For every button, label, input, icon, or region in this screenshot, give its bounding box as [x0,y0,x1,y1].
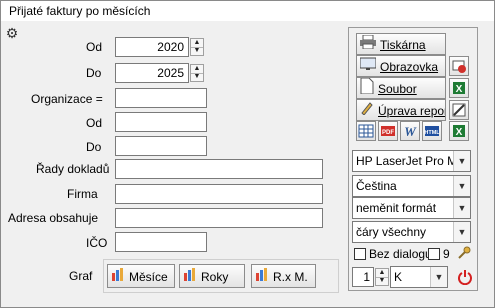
copies-spinner[interactable]: ▲ ▼ [375,268,389,286]
report-designer-icon[interactable] [449,100,469,120]
svg-text:PDF: PDF [382,130,394,136]
adresa-label: Adresa obsahuje [8,211,99,225]
tiskarna-button[interactable]: Tiskárna [356,33,446,55]
graf-mesice-button[interactable]: Měsíce [107,264,175,288]
spin-down-icon[interactable]: ▼ [191,47,203,55]
chevron-down-icon[interactable]: ▼ [453,176,470,196]
uprava-reportu-button[interactable]: Úprava repor [356,99,446,121]
graf-label: Graf [69,269,93,283]
pdf-export-icon[interactable]: PDF [378,121,398,141]
bar-chart-icon [111,266,125,287]
svg-text:W: W [404,124,417,139]
file-icon [360,78,374,98]
printer-icon [360,34,376,54]
od-label: Od [86,40,103,54]
copies-input[interactable]: 1 [352,267,374,287]
edit-report-icon [360,101,374,120]
html-export-icon[interactable]: HTML [422,121,442,141]
bez-dialogu-label: Bez dialogu [369,247,432,261]
soubor-button[interactable]: Soubor [356,77,446,99]
title-bar: Přijaté faktury po měsících [1,1,494,21]
table-export-icon[interactable] [356,121,376,141]
graf-rxm-button[interactable]: R.x M. [251,264,316,288]
organizace-label: Organizace = [31,92,103,106]
screen-settings-icon[interactable] [449,56,469,76]
language-select[interactable]: Čeština ▼ [352,175,471,197]
bar-chart-icon [255,266,269,287]
unit-select[interactable]: K ▼ [390,266,448,288]
svg-text:X: X [456,84,463,95]
chevron-down-icon[interactable]: ▼ [453,222,470,242]
excel-export-icon[interactable]: X [449,78,469,98]
org-od-label: Od [86,116,103,130]
do-year-input[interactable]: 2025 [115,63,189,83]
rady-dokladu-label: Řady dokladů [36,162,110,176]
svg-text:X: X [456,127,463,138]
copies-checkbox[interactable] [428,248,440,260]
gear-icon[interactable]: ⚙ [4,25,20,41]
od-year-spinner[interactable]: ▲ ▼ [190,38,204,56]
org-do-input[interactable] [115,136,207,156]
org-do-label: Do [86,140,102,154]
lines-select[interactable]: čáry všechny ▼ [352,221,471,243]
report-window: Přijaté faktury po měsících ⚙ Od 2020 ▲ ▼… [0,0,495,308]
organizace-input[interactable] [115,88,207,108]
bar-chart-icon [183,266,197,287]
firma-input[interactable] [115,184,323,204]
window-title: Přijaté faktury po měsících [9,4,151,18]
copies-count-label: 9 [443,247,450,261]
adresa-input[interactable] [115,208,323,228]
spin-down-icon[interactable]: ▼ [191,73,203,81]
excel-export-icon-2[interactable]: X [449,121,469,141]
svg-text:HTML: HTML [424,130,440,136]
do-label: Do [86,66,102,80]
chevron-down-icon[interactable]: ▼ [453,151,470,171]
chevron-down-icon[interactable]: ▼ [430,267,447,287]
printer-select[interactable]: HP LaserJet Pro MFP ▼ [352,150,471,172]
od-year-input[interactable]: 2020 [115,37,189,57]
bez-dialogu-checkbox[interactable] [354,248,366,260]
monitor-icon [359,57,377,76]
do-year-spinner[interactable]: ▲ ▼ [190,64,204,82]
word-export-icon[interactable]: W [400,121,420,141]
org-od-input[interactable] [115,112,207,132]
firma-label: Firma [67,187,98,201]
ico-input[interactable] [115,232,207,252]
power-icon[interactable] [457,269,473,286]
ico-label: IČO [86,236,108,250]
spin-down-icon[interactable]: ▼ [376,277,388,285]
rady-dokladu-input[interactable] [115,159,323,179]
graf-roky-button[interactable]: Roky [179,264,245,288]
obrazovka-button[interactable]: Obrazovka [356,55,446,77]
format-select[interactable]: neměnit formát ▼ [352,197,471,219]
chevron-down-icon[interactable]: ▼ [453,198,470,218]
settings-wrench-icon[interactable] [457,246,471,260]
